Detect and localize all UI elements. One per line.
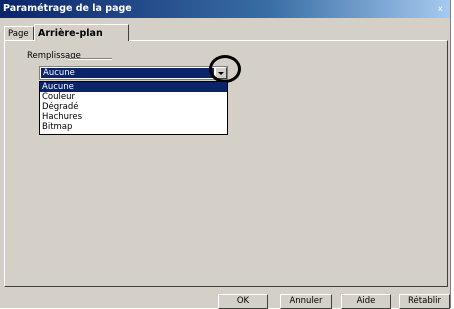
fill-combobox-value: Aucune (41, 68, 214, 78)
ok-button[interactable]: OK (218, 294, 268, 309)
dialog-window: Paramétrage de la page x Page Arrière-pl… (0, 0, 451, 309)
tab-page[interactable]: Page (4, 26, 34, 40)
fill-combobox[interactable]: Aucune (39, 66, 228, 80)
reset-button[interactable]: Rétablir (399, 294, 450, 309)
group-divider (68, 58, 112, 59)
annotation-circle (209, 55, 241, 83)
tab-arriere-plan[interactable]: Arrière-plan (34, 24, 129, 41)
close-icon[interactable]: x (438, 5, 443, 13)
list-item-degrade[interactable]: Dégradé (40, 102, 227, 112)
list-item-couleur[interactable]: Couleur (40, 92, 227, 102)
list-item-hachures[interactable]: Hachures (40, 112, 227, 122)
list-item-bitmap[interactable]: Bitmap (40, 122, 227, 132)
title-bar[interactable]: Paramétrage de la page x (0, 0, 450, 18)
window-title: Paramétrage de la page (3, 3, 132, 14)
cancel-button[interactable]: Annuler (280, 294, 332, 309)
list-item-aucune[interactable]: Aucune (40, 82, 227, 92)
fill-group-label: Remplissage (27, 51, 81, 61)
fill-dropdown-list: Aucune Couleur Dégradé Hachures Bitmap (39, 81, 228, 135)
help-button[interactable]: Aide (341, 294, 391, 309)
